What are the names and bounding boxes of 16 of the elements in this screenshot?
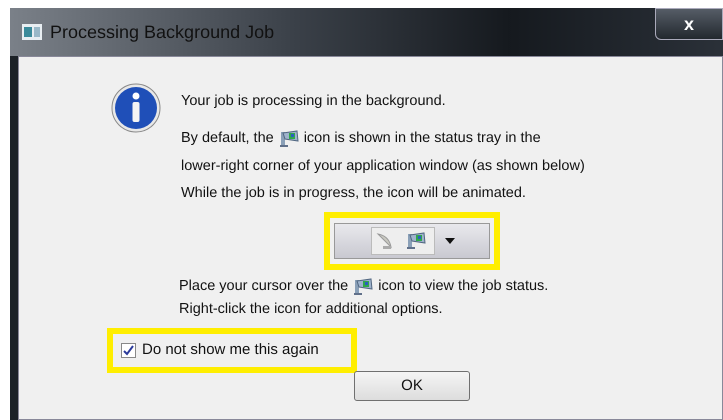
window-title: Processing Background Job <box>50 20 274 44</box>
ok-button[interactable]: OK <box>354 371 470 401</box>
message-text: lower-right corner of your application window (as shown below) <box>181 156 585 176</box>
checkbox-label: Do not show me this again <box>142 340 319 360</box>
message-text: While the job is in progress, the icon will be animated. <box>181 184 527 203</box>
message-heading: Your job is processing in the background. <box>181 92 447 111</box>
message-text: Place your cursor over the <box>179 277 348 296</box>
message-text: icon is shown in the status tray in the <box>304 128 541 148</box>
checkbox[interactable] <box>121 343 136 358</box>
message-text: icon to view the job status. <box>378 277 548 296</box>
caret-icon[interactable] <box>445 238 455 244</box>
message-text: By default, the <box>181 128 274 148</box>
message-text: Right-click the icon for additional options. <box>179 300 444 319</box>
window-app-icon <box>22 24 42 40</box>
info-icon <box>111 83 161 133</box>
close-button[interactable]: x <box>655 8 723 40</box>
